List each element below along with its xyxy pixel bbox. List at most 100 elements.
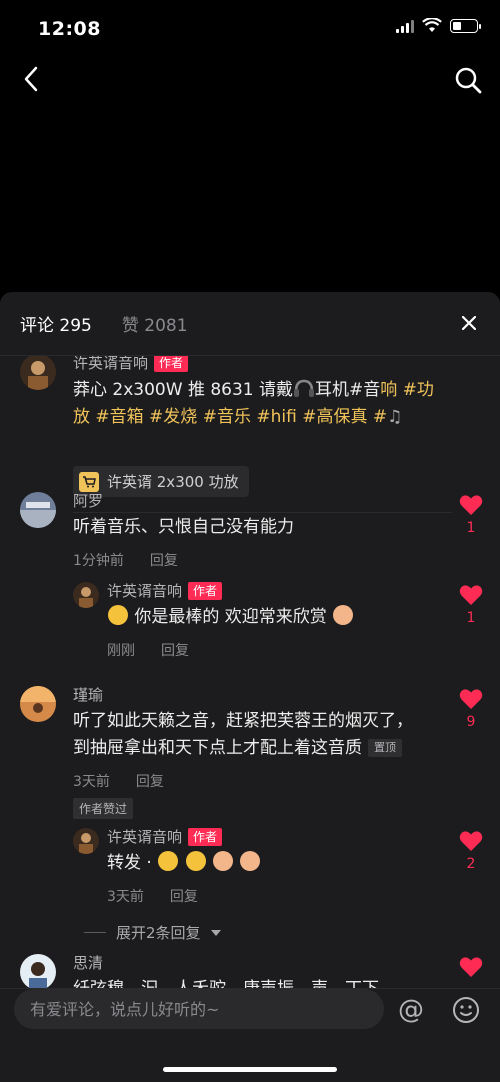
username[interactable]: 思清 [73,952,103,973]
comment-input-box[interactable] [14,989,384,1029]
heart-icon [459,585,483,605]
like-button[interactable]: 1 [459,584,483,626]
heart-icon [459,957,483,977]
status-bar: 12:08 [0,0,500,60]
back-button[interactable] [14,62,48,96]
avatar[interactable] [73,582,99,608]
like-count: 2 [466,856,476,872]
avatar[interactable] [20,686,56,722]
heart-icon [459,495,483,515]
reply-button[interactable]: 回复 [150,550,178,570]
status-icons [396,18,481,33]
comment-text-part: 莽心 2x300W 推 8631 请戴 [73,380,294,400]
clap-emoji-icon [333,605,354,625]
comment-text-content: 你是最棒的 欢迎常来欣赏 [134,607,327,627]
pinned-badge: 置顶 [368,739,402,757]
comment-header: 许英谞音响 作者 [73,356,189,373]
comment-text: 听着音乐、只恨自己没有能力 [73,517,294,537]
expand-line [84,932,106,933]
author-tag: 作者 [188,581,223,600]
comment-meta: 1分钟前 回复 [73,550,178,570]
comment-text-highlight[interactable]: 响 [380,380,397,400]
tab-likes[interactable]: 赞 2081 [122,311,188,336]
comment-header: 阿罗 [73,490,103,511]
comment-text-line: 听了如此天籁之音，赶紧把芙蓉王的烟灭了， [73,711,413,731]
tab-comments[interactable]: 评论 295 [20,311,92,336]
avatar[interactable] [73,828,99,854]
username[interactable]: 许英谞音响 [107,826,182,847]
hashtag-line[interactable]: 放 #音箱 #发烧 #音乐 #hifi #高保真 # [73,407,387,427]
mention-button[interactable]: @ [398,995,424,1025]
like-button[interactable]: 1 [459,494,483,536]
like-count: 1 [466,520,476,536]
comment-text: 你是最棒的 欢迎常来欣赏 [107,604,354,631]
emoji-icon [453,997,479,1023]
heart-icon [459,689,483,709]
reply-button[interactable]: 回复 [136,771,164,791]
list-item: 许英谞音响 作者 转发 · 3天前 回复 展开2条回复 2 [0,824,500,944]
comment-meta: 刚刚 回复 [107,640,189,660]
comment-header: 许英谞音响 作者 [107,826,223,847]
comment-text: 转发 · [107,850,261,877]
comment-input[interactable] [30,999,370,1019]
search-button[interactable] [450,62,486,98]
home-indicator [163,1067,337,1072]
expand-replies-button[interactable]: 展开2条回复 [84,922,221,943]
battery-fill [453,21,461,30]
emoji-button[interactable] [452,996,480,1024]
comment-list[interactable]: 许英谞音响 作者 莽心 2x300W 推 8631 请戴 耳机#音响 #功 放 #… [0,356,500,988]
author-tag: 作者 [188,827,223,846]
avatar[interactable] [20,492,56,528]
like-button[interactable] [459,956,483,978]
like-button[interactable]: 2 [459,830,483,872]
timestamp: 3天前 [107,889,144,905]
battery-icon [450,18,481,33]
hashtag-link[interactable]: #功 [397,380,434,400]
close-icon [462,316,476,330]
like-count: 9 [466,714,476,730]
list-item: 许英谞音响 作者 你是最棒的 欢迎常来欣赏 刚刚 回复 1 [0,578,500,668]
signal-icon [396,19,414,33]
like-button[interactable]: 9 [459,688,483,730]
comment-tabs: 评论 295 赞 2081 [0,292,500,356]
grin-emoji-icon [158,851,179,871]
avatar[interactable] [20,954,56,988]
comment-meta: 3天前 回复 [73,771,164,791]
list-item: 思清 纤弦穆、汩、人禾驼、康声振、声、丁下 [0,950,500,988]
username[interactable]: 许英谞音响 [107,580,182,601]
comment-header: 瑾瑜 [73,684,103,705]
music-note-icon: ♫ [387,407,403,427]
comment-input-bar: @ [0,988,500,1082]
username[interactable]: 许英谞音响 [73,356,148,373]
search-icon [455,67,482,94]
username[interactable]: 瑾瑜 [73,684,103,705]
like-count: 1 [466,610,476,626]
heart-icon [459,831,483,851]
comment-meta: 3天前 回复 [107,886,198,906]
smile-emoji-icon [108,605,128,625]
author-tag: 作者 [154,356,189,372]
author-liked-badge: 作者赞过 [73,798,134,819]
clap-emoji-icon [213,851,234,871]
expand-replies-label: 展开2条回复 [116,924,201,942]
comment-text-part: 耳机#音 [315,380,381,400]
comment-header: 思清 [73,952,103,973]
list-item: 阿罗 听着音乐、只恨自己没有能力 1分钟前 回复 1 [0,488,500,588]
list-item: 许英谞音响 作者 莽心 2x300W 推 8631 请戴 耳机#音响 #功 放 #… [0,356,500,513]
username[interactable]: 阿罗 [73,490,103,511]
reply-button[interactable]: 回复 [161,640,189,660]
comment-text: 莽心 2x300W 推 8631 请戴 耳机#音响 #功 放 #音箱 #发烧 #音… [73,377,453,431]
chevron-left-icon [24,66,38,92]
comment-text: 听了如此天籁之音，赶紧把芙蓉王的烟灭了， 到抽屉拿出和天下点上才配上着这音质 置顶 [73,708,453,762]
list-item: 瑾瑜 听了如此天籁之音，赶紧把芙蓉王的烟灭了， 到抽屉拿出和天下点上才配上着这音… [0,682,500,819]
close-button[interactable] [458,312,480,334]
laugh-emoji-icon [185,851,206,871]
avatar[interactable] [20,356,56,390]
thumbs-up-emoji-icon [240,851,261,871]
timestamp: 1分钟前 [73,553,124,569]
comment-header: 许英谞音响 作者 [107,580,223,601]
wifi-icon [422,18,442,32]
timestamp: 刚刚 [107,643,135,659]
reply-button[interactable]: 回复 [170,886,198,906]
comment-text: 纤弦穆、汩、人禾驼、康声振、声、丁下 [73,976,379,988]
